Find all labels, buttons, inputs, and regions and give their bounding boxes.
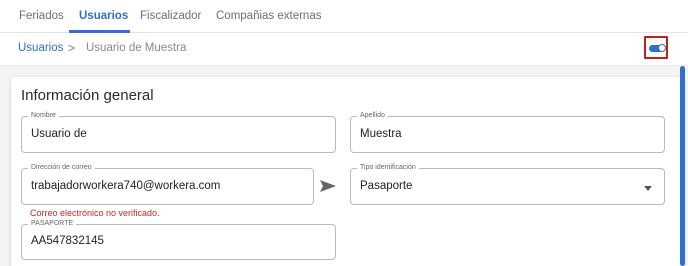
email-value: trabajadorworkera740@workera.com	[31, 180, 221, 192]
tipo-identificacion-value: Pasaporte	[360, 180, 413, 192]
chevron-down-icon	[644, 186, 652, 191]
email-field[interactable]: Dirección de correo trabajadorworkera740…	[21, 163, 314, 205]
breadcrumb: Usuarios > Usuario de Muestra	[0, 33, 688, 66]
tab-bar: Feriados Usuarios Fiscalizador Compañias…	[0, 0, 688, 33]
apellido-label: Apellido	[357, 111, 388, 121]
tipo-identificacion-label: Tipo identificación	[357, 163, 419, 173]
pasaporte-field[interactable]: PASAPORTE AA547832145	[21, 219, 336, 260]
breadcrumb-link-usuarios[interactable]: Usuarios	[18, 42, 63, 54]
scrollbar[interactable]	[680, 66, 685, 266]
edit-toggle[interactable]	[644, 36, 668, 59]
toggle-knob	[658, 44, 666, 52]
tab-fiscalizador[interactable]: Fiscalizador	[140, 0, 201, 33]
nombre-label: Nombre	[28, 111, 59, 121]
email-error-message: Correo electrónico no verificado.	[30, 208, 160, 218]
nombre-value: Usuario de	[31, 128, 87, 140]
tipo-identificacion-select[interactable]: Tipo identificación Pasaporte	[350, 163, 665, 205]
tab-usuarios[interactable]: Usuarios	[79, 0, 128, 33]
apellido-value: Muestra	[360, 128, 402, 140]
pasaporte-label: PASAPORTE	[28, 219, 77, 229]
breadcrumb-current: Usuario de Muestra	[86, 42, 187, 54]
send-arrow-icon[interactable]	[318, 178, 338, 194]
email-label: Dirección de correo	[28, 163, 95, 173]
section-title: Información general	[21, 87, 154, 104]
pasaporte-value: AA547832145	[31, 235, 104, 247]
tab-feriados[interactable]: Feriados	[19, 0, 64, 33]
nombre-field[interactable]: Nombre Usuario de	[21, 111, 336, 153]
apellido-field[interactable]: Apellido Muestra	[350, 111, 665, 153]
breadcrumb-separator: >	[68, 41, 76, 55]
tab-companias-externas[interactable]: Compañias externas	[216, 0, 321, 33]
